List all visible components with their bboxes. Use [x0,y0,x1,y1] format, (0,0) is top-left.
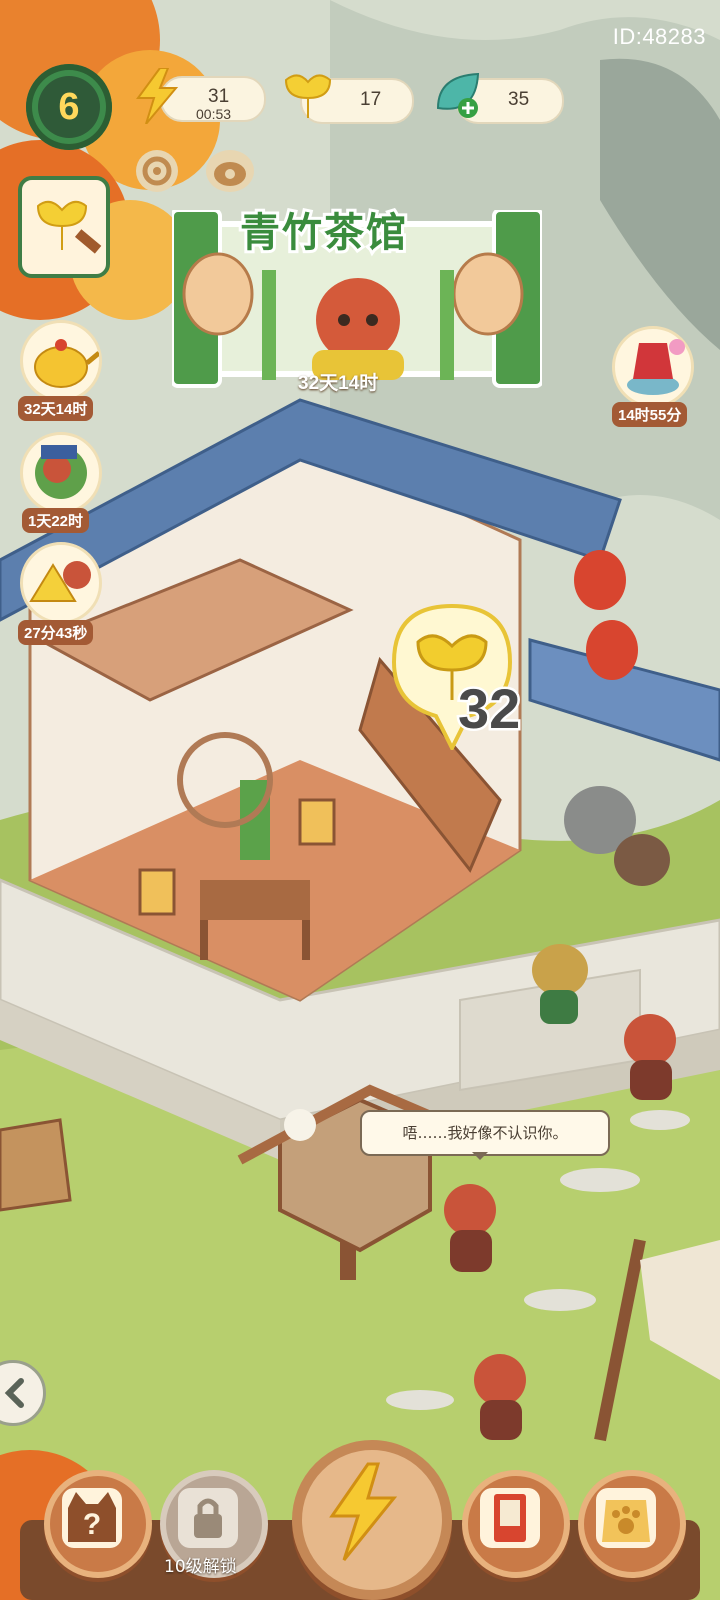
energy-value: 31 [208,86,230,107]
speech-bubble: 唔……我好像不认识你。 [360,1110,610,1160]
chevron-left-icon [4,1378,24,1408]
svg-text:?: ? [83,1508,101,1541]
red-panda-2 [444,1184,496,1272]
event-gold-bars[interactable] [20,542,102,624]
red-panda-event-icon [35,445,87,499]
collapse-arrow-button[interactable] [0,1360,46,1426]
red-lantern [574,550,626,610]
ginkgo-value: 17 [360,89,382,110]
locked-label: 10级解锁 [164,1557,237,1577]
red-panda-1 [624,1014,676,1100]
lantern [138,868,176,916]
paw-bag-icon [596,1488,656,1548]
bamboo-shoot-icon [182,252,254,336]
gold-bars-icon [29,561,91,602]
ginkgo-reward-count: 32 [455,675,522,743]
event-teapot-timer: 32天14时 [18,396,94,421]
lightning-icon [329,1462,398,1561]
red-panda-3 [474,1354,526,1440]
cat-face-icon[interactable] [206,150,254,192]
settings-gear-icon[interactable] [136,150,178,192]
level-badge[interactable]: 6 [26,64,112,150]
level-value: 6 [38,76,100,138]
ginkgo-hammer-icon [36,200,102,254]
red-cloak-well-icon [627,339,685,395]
energy-timer: 00:53 [196,106,232,122]
golden-teapot-icon [34,339,101,388]
teahouse-timer: 32天14时 [298,373,379,394]
book-button[interactable] [462,1470,570,1578]
help-button[interactable]: ? [44,1470,152,1578]
event-red-panda-timer: 1天22时 [22,508,90,533]
lightning-icon [134,67,180,128]
lock-icon [178,1488,238,1548]
ginkgo-leaf-icon [282,68,334,124]
gem-value: 35 [508,89,530,110]
book-icon [480,1488,540,1548]
cat-help-icon: ? [62,1488,122,1548]
leaf-gem-icon[interactable] [432,68,486,126]
event-red-cloak-timer: 14时55分 [612,402,688,427]
event-red-cloak[interactable] [612,326,694,408]
white-bird [284,1109,316,1141]
event-gold-bars-timer: 27分43秒 [18,620,94,645]
paw-bag-button[interactable] [578,1470,686,1578]
event-teapot[interactable] [20,320,102,402]
event-red-panda[interactable] [20,432,102,514]
main-energy-button[interactable] [292,1440,452,1600]
ginkgo-shop-button[interactable] [18,176,110,278]
player-id: ID:48283 [612,24,706,49]
teahouse-title: 青竹茶馆 [237,207,409,259]
red-panda-mascot [316,278,400,362]
